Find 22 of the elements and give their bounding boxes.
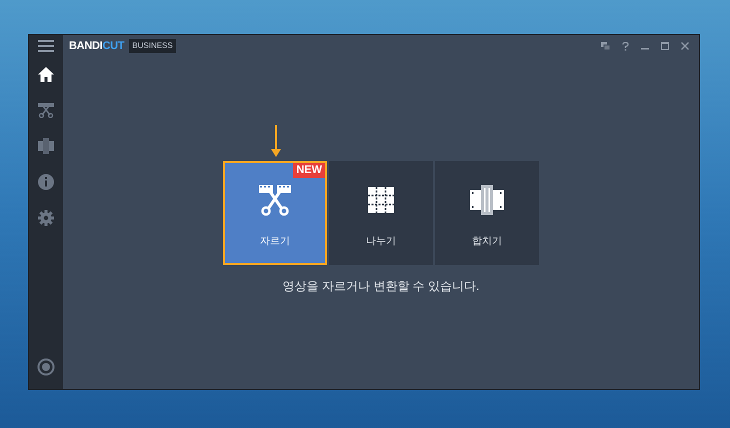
film-join-icon[interactable]: [38, 138, 54, 154]
app-logo: BANDICUT: [69, 38, 124, 54]
info-icon[interactable]: [38, 174, 54, 190]
scissors-icon: [259, 184, 291, 216]
description-text: 영상을 자르거나 변환할 수 있습니다.: [282, 278, 480, 295]
pointer-arrow: [271, 125, 281, 157]
tool-tile[interactable]: 합치기: [435, 161, 539, 265]
menu-icon[interactable]: [38, 40, 54, 52]
home-icon[interactable]: [38, 67, 54, 82]
windows-icon[interactable]: [601, 42, 610, 50]
film-join-icon: [470, 184, 504, 214]
close-icon[interactable]: [681, 42, 689, 50]
record-icon[interactable]: [37, 358, 55, 376]
edition-badge: BUSINESS: [129, 39, 176, 53]
maximize-icon[interactable]: [661, 42, 669, 50]
grid-icon: [368, 186, 394, 212]
tool-tile[interactable]: 자르기 NEW: [223, 161, 327, 265]
tool-tile[interactable]: 나누기: [329, 161, 433, 265]
new-badge: NEW: [293, 163, 325, 178]
settings-icon[interactable]: [38, 210, 54, 226]
scissors-icon[interactable]: [38, 102, 54, 118]
help-icon[interactable]: [622, 42, 629, 50]
